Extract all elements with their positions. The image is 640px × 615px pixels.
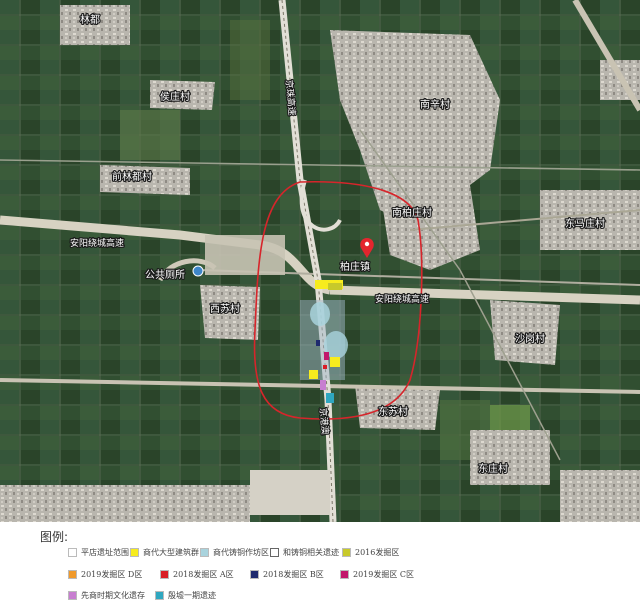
legend-item-2016: 2016发掘区 (342, 545, 399, 559)
legend-label: 商代铸铜作坊区 (213, 547, 269, 557)
satellite-map: 林都 侯庄村 前林都村 南辛村 南柏庄村 东马庄村 柏庄镇 公共厕所 西苏村 沙… (0, 0, 640, 522)
legend-swatch (340, 569, 349, 579)
label-bai-zhuang-zhen: 柏庄镇 (340, 260, 370, 273)
legend-swatch (270, 547, 279, 557)
label-qian-lin-du: 前林都村 (112, 170, 152, 183)
label-sha-gang: 沙岗村 (515, 332, 545, 345)
toilet-icon (192, 265, 204, 277)
map-figure: 林都 侯庄村 前林都村 南辛村 南柏庄村 东马庄村 柏庄镇 公共厕所 西苏村 沙… (0, 0, 640, 615)
legend-item-2019-d: 2019发掘区 D区 (68, 567, 142, 581)
label-gong-ce: 公共厕所 (145, 269, 185, 281)
legend: 图例: 平店遗址范围 商代大型建筑群 商代铸铜作坊区 和铸铜相关遗迹 2016发… (0, 522, 640, 615)
legend-item-pre-shang: 先商时期文化遗存 (68, 588, 145, 602)
legend-label: 殷墟一期遗迹 (168, 590, 216, 600)
legend-swatch (200, 547, 209, 557)
legend-item-2018-a: 2018发掘区 A区 (160, 567, 234, 581)
legend-item-site-range: 平店遗址范围 (68, 545, 129, 559)
legend-swatch (68, 569, 77, 579)
legend-label: 平店遗址范围 (81, 547, 129, 557)
legend-item-yinxu-phase1: 殷墟一期遗迹 (155, 588, 216, 602)
legend-label: 2019发掘区 D区 (81, 569, 143, 579)
label-xi-su: 西苏村 (210, 302, 240, 315)
legend-label: 2016发掘区 (355, 547, 400, 557)
label-dong-ma-zhuang: 东马庄村 (565, 217, 605, 230)
legend-swatch (155, 590, 164, 600)
legend-label: 2019发掘区 C区 (353, 569, 415, 579)
legend-label: 2018发掘区 B区 (263, 569, 324, 579)
label-dong-su: 东苏村 (378, 405, 408, 418)
label-highway-west: 安阳绕城高速 (70, 237, 124, 249)
legend-label: 商代大型建筑群 (143, 547, 199, 557)
legend-label: 和铸铜相关遗迹 (283, 547, 339, 557)
legend-item-large-buildings: 商代大型建筑群 (130, 545, 199, 559)
label-hou-zhuang: 侯庄村 (160, 90, 190, 103)
legend-label: 先商时期文化遗存 (81, 590, 145, 600)
legend-swatch (130, 547, 139, 557)
legend-item-bronze-workshop: 商代铸铜作坊区 (200, 545, 269, 559)
legend-label: 2018发掘区 A区 (173, 569, 234, 579)
legend-swatch (68, 547, 77, 557)
map-canvas: 林都 侯庄村 前林都村 南辛村 南柏庄村 东马庄村 柏庄镇 公共厕所 西苏村 沙… (0, 0, 640, 522)
legend-item-bronze-related: 和铸铜相关遗迹 (270, 545, 339, 559)
legend-item-2019-c: 2019发掘区 C区 (340, 567, 414, 581)
legend-swatch (68, 590, 77, 600)
label-lin-du: 林都 (80, 13, 100, 26)
label-nan-xin: 南辛村 (420, 98, 450, 111)
label-nan-bai-zhuang: 南柏庄村 (392, 206, 432, 219)
legend-title: 图例: (40, 530, 69, 544)
legend-swatch (250, 569, 259, 579)
legend-item-2018-b: 2018发掘区 B区 (250, 567, 324, 581)
legend-swatch (342, 547, 351, 557)
label-dong-zhuang: 东庄村 (478, 462, 508, 475)
legend-swatch (160, 569, 169, 579)
label-highway-east: 安阳绕城高速 (375, 293, 429, 305)
